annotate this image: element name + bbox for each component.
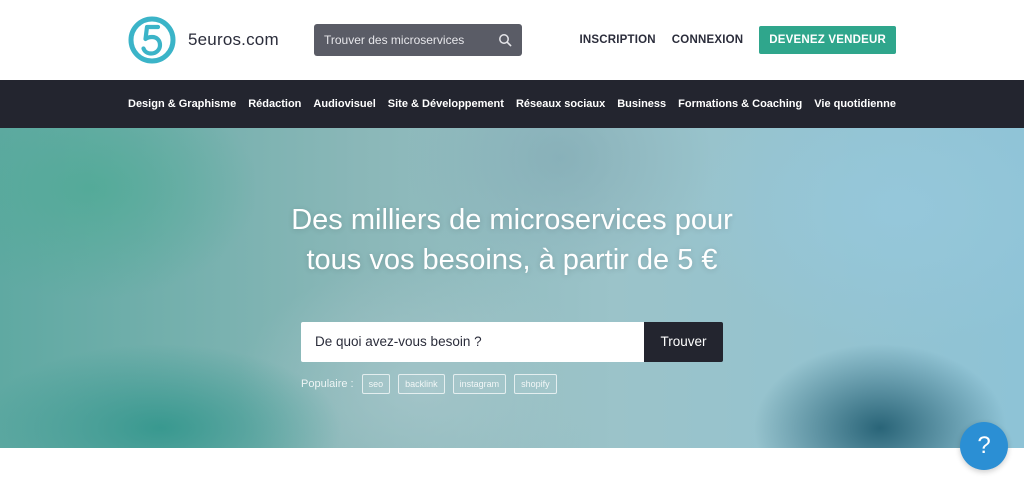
category-redaction[interactable]: Rédaction [248, 98, 301, 110]
tag-instagram[interactable]: instagram [452, 374, 507, 394]
hero-banner: Des milliers de microservices pour tous … [0, 128, 1024, 448]
site-header: 5euros.com Trouver des microservices INS… [0, 0, 1024, 80]
login-link[interactable]: CONNEXION [672, 34, 743, 46]
hero-title-line-2: tous vos besoins, à partir de 5 € [306, 244, 718, 276]
tag-seo[interactable]: seo [361, 374, 391, 394]
header-nav: INSCRIPTION CONNEXION DEVENEZ VENDEUR [579, 26, 896, 54]
hero-title: Des milliers de microservices pour tous … [0, 200, 1024, 280]
logo-text: 5euros.com [188, 30, 279, 49]
hero-search: De quoi avez-vous besoin ? Trouver [301, 322, 723, 362]
category-list: Design & Graphisme Rédaction Audiovisuel… [128, 80, 896, 128]
category-vie-quotidienne[interactable]: Vie quotidienne [814, 98, 896, 110]
tag-shopify[interactable]: shopify [514, 374, 557, 394]
category-design[interactable]: Design & Graphisme [128, 98, 236, 110]
hero-title-line-1: Des milliers de microservices pour [291, 204, 733, 236]
popular-label: Populaire : [301, 378, 354, 390]
category-business[interactable]: Business [617, 98, 666, 110]
signup-link[interactable]: INSCRIPTION [579, 34, 655, 46]
become-seller-button[interactable]: DEVENEZ VENDEUR [759, 26, 896, 54]
five-circle-logo-icon [128, 16, 176, 64]
category-reseaux-sociaux[interactable]: Réseaux sociaux [516, 98, 605, 110]
category-site-developpement[interactable]: Site & Développement [388, 98, 504, 110]
header-search-input[interactable]: Trouver des microservices [314, 24, 522, 56]
search-icon[interactable] [498, 33, 512, 47]
popular-tags: Populaire : seo backlink instagram shopi… [301, 374, 565, 394]
hero-search-input[interactable]: De quoi avez-vous besoin ? [301, 322, 644, 362]
category-audiovisuel[interactable]: Audiovisuel [313, 98, 375, 110]
help-button[interactable]: ? [960, 422, 1008, 470]
tag-backlink[interactable]: backlink [398, 374, 445, 394]
hero-search-button[interactable]: Trouver [644, 322, 723, 362]
logo[interactable]: 5euros.com [128, 16, 279, 64]
category-bar: Design & Graphisme Rédaction Audiovisuel… [0, 80, 1024, 128]
header-search-placeholder: Trouver des microservices [324, 33, 465, 47]
category-formations-coaching[interactable]: Formations & Coaching [678, 98, 802, 110]
